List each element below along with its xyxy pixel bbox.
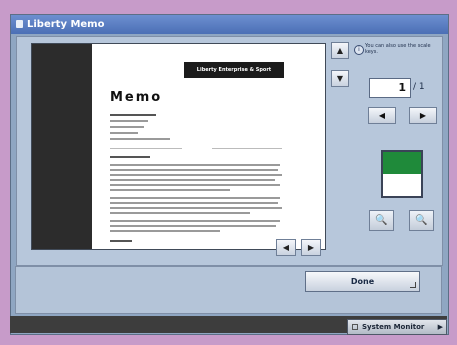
- zoom-in-button[interactable]: 🔍: [409, 210, 434, 231]
- memo-body-line: [110, 202, 278, 204]
- magnifier-plus-icon: 🔍: [415, 215, 428, 226]
- memo-body-line: [110, 184, 280, 186]
- scale-keys-hint: You can also use the scale keys.: [365, 43, 431, 55]
- page-number-input[interactable]: 1: [369, 78, 411, 98]
- memo-header-line: [110, 114, 156, 116]
- thumbnail-viewport: [383, 152, 421, 174]
- window-title: Liberty Memo: [27, 19, 105, 30]
- memo-body-heading: [110, 156, 150, 158]
- chevron-right-icon: ▶: [437, 323, 443, 331]
- done-button[interactable]: Done: [305, 271, 420, 292]
- memo-body-line: [110, 207, 282, 209]
- memo-body-line: [110, 189, 230, 191]
- scroll-down-button[interactable]: ▼: [331, 70, 349, 87]
- memo-body-line: [110, 179, 275, 181]
- done-label: Done: [350, 277, 375, 286]
- memo-page: Liberty Enterprise & Sport Memo: [92, 44, 325, 249]
- memo-divider: [110, 148, 182, 149]
- memo-body-line: [110, 220, 280, 222]
- memo-body-line: [110, 164, 280, 166]
- magnifier-minus-icon: 🔍: [375, 215, 388, 226]
- scroll-left-button[interactable]: ◀: [276, 239, 296, 256]
- memo-body-line: [110, 230, 220, 232]
- page-thumbnail[interactable]: [381, 150, 423, 198]
- memo-divider: [212, 148, 282, 149]
- scroll-up-button[interactable]: ▲: [331, 42, 349, 59]
- system-monitor-label: System Monitor: [362, 323, 425, 331]
- document-preview: Liberty Enterprise & Sport Memo: [31, 43, 326, 250]
- memo-body-line: [110, 212, 250, 214]
- monitor-icon: [352, 324, 358, 330]
- document-icon: [16, 20, 23, 28]
- zoom-out-button[interactable]: 🔍: [369, 210, 394, 231]
- info-icon: i: [354, 45, 364, 55]
- memo-body-line: [110, 174, 282, 176]
- memo-header-line: [110, 126, 144, 128]
- system-monitor-button[interactable]: System Monitor ▶: [347, 319, 447, 335]
- memo-header-line: [110, 132, 138, 134]
- memo-body-line: [110, 225, 276, 227]
- memo-body-line: [110, 197, 280, 199]
- scroll-right-button[interactable]: ▶: [301, 239, 321, 256]
- next-page-button[interactable]: ▶: [409, 107, 437, 124]
- previous-page-button[interactable]: ◀: [368, 107, 396, 124]
- title-bar: Liberty Memo: [11, 15, 448, 34]
- scan-margin: [32, 44, 92, 249]
- memo-title: Memo: [110, 90, 163, 105]
- resize-corner-icon: [410, 282, 416, 288]
- memo-body-line: [110, 169, 278, 171]
- memo-signature: [110, 240, 132, 242]
- memo-header-line: [110, 138, 170, 140]
- memo-banner: Liberty Enterprise & Sport: [184, 62, 284, 78]
- page-total: / 1: [413, 82, 425, 92]
- memo-header-line: [110, 120, 148, 122]
